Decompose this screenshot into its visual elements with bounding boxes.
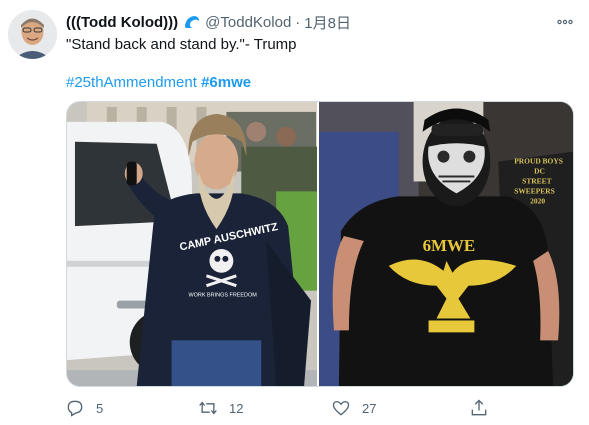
- shirt-text: 6MWE: [423, 236, 476, 255]
- media-grid[interactable]: CAMP AUSCHWITZ WORK BRINGS FREEDOM PROUD…: [66, 101, 574, 387]
- avatar[interactable]: [8, 10, 57, 59]
- action-bar: 5 12 27: [60, 396, 510, 420]
- reply-icon: [64, 397, 86, 419]
- background-shirt-text: PROUD BOYS: [514, 157, 563, 166]
- share-icon: [468, 397, 490, 419]
- media-photo-left[interactable]: CAMP AUSCHWITZ WORK BRINGS FREEDOM: [67, 102, 318, 386]
- hashtag-link[interactable]: #6mwe: [201, 74, 251, 91]
- user-handle[interactable]: @ToddKolod: [205, 14, 291, 31]
- share-button[interactable]: [468, 396, 490, 420]
- background-shirt-text: 2020: [530, 196, 545, 205]
- 6mwe-shirt-photo: PROUD BOYS DC STREET SWEEPERS 2020 6MWE: [319, 102, 573, 386]
- background-shirt-text: DC: [534, 167, 545, 176]
- media-photo-right[interactable]: PROUD BOYS DC STREET SWEEPERS 2020 6MWE: [319, 102, 573, 386]
- retweet-icon: [197, 397, 219, 419]
- retweet-button[interactable]: 12: [197, 396, 243, 420]
- hashtag-row: #25thAmmendment #6mwe: [66, 74, 251, 91]
- display-name[interactable]: (((Todd Kolod))): [66, 14, 178, 31]
- background-shirt-text: STREET: [522, 176, 551, 185]
- wave-emoji-icon: [183, 13, 201, 31]
- avatar-portrait: [8, 10, 57, 59]
- retweet-count: 12: [229, 400, 244, 416]
- more-dots-icon[interactable]: [555, 12, 575, 32]
- tweet-text: "Stand back and stand by."- Trump: [66, 36, 297, 53]
- reply-count: 5: [96, 400, 104, 416]
- reply-button[interactable]: 5: [64, 396, 103, 420]
- capitol-protester-photo: CAMP AUSCHWITZ WORK BRINGS FREEDOM: [67, 102, 318, 386]
- tweet-date[interactable]: 1月8日: [304, 12, 351, 33]
- heart-icon: [330, 397, 352, 419]
- like-count: 27: [362, 400, 377, 416]
- like-button[interactable]: 27: [330, 396, 376, 420]
- separator-dot: ·: [295, 13, 301, 31]
- hashtag-link[interactable]: #25thAmmendment: [66, 74, 197, 91]
- shirt-subtext: WORK BRINGS FREEDOM: [189, 293, 258, 299]
- tweet-card[interactable]: (((Todd Kolod))) @ToddKolod · 1月8日 "Stan…: [0, 0, 589, 425]
- background-shirt-text: SWEEPERS: [514, 186, 555, 195]
- tweet-header: (((Todd Kolod))) @ToddKolod · 1月8日: [66, 12, 351, 32]
